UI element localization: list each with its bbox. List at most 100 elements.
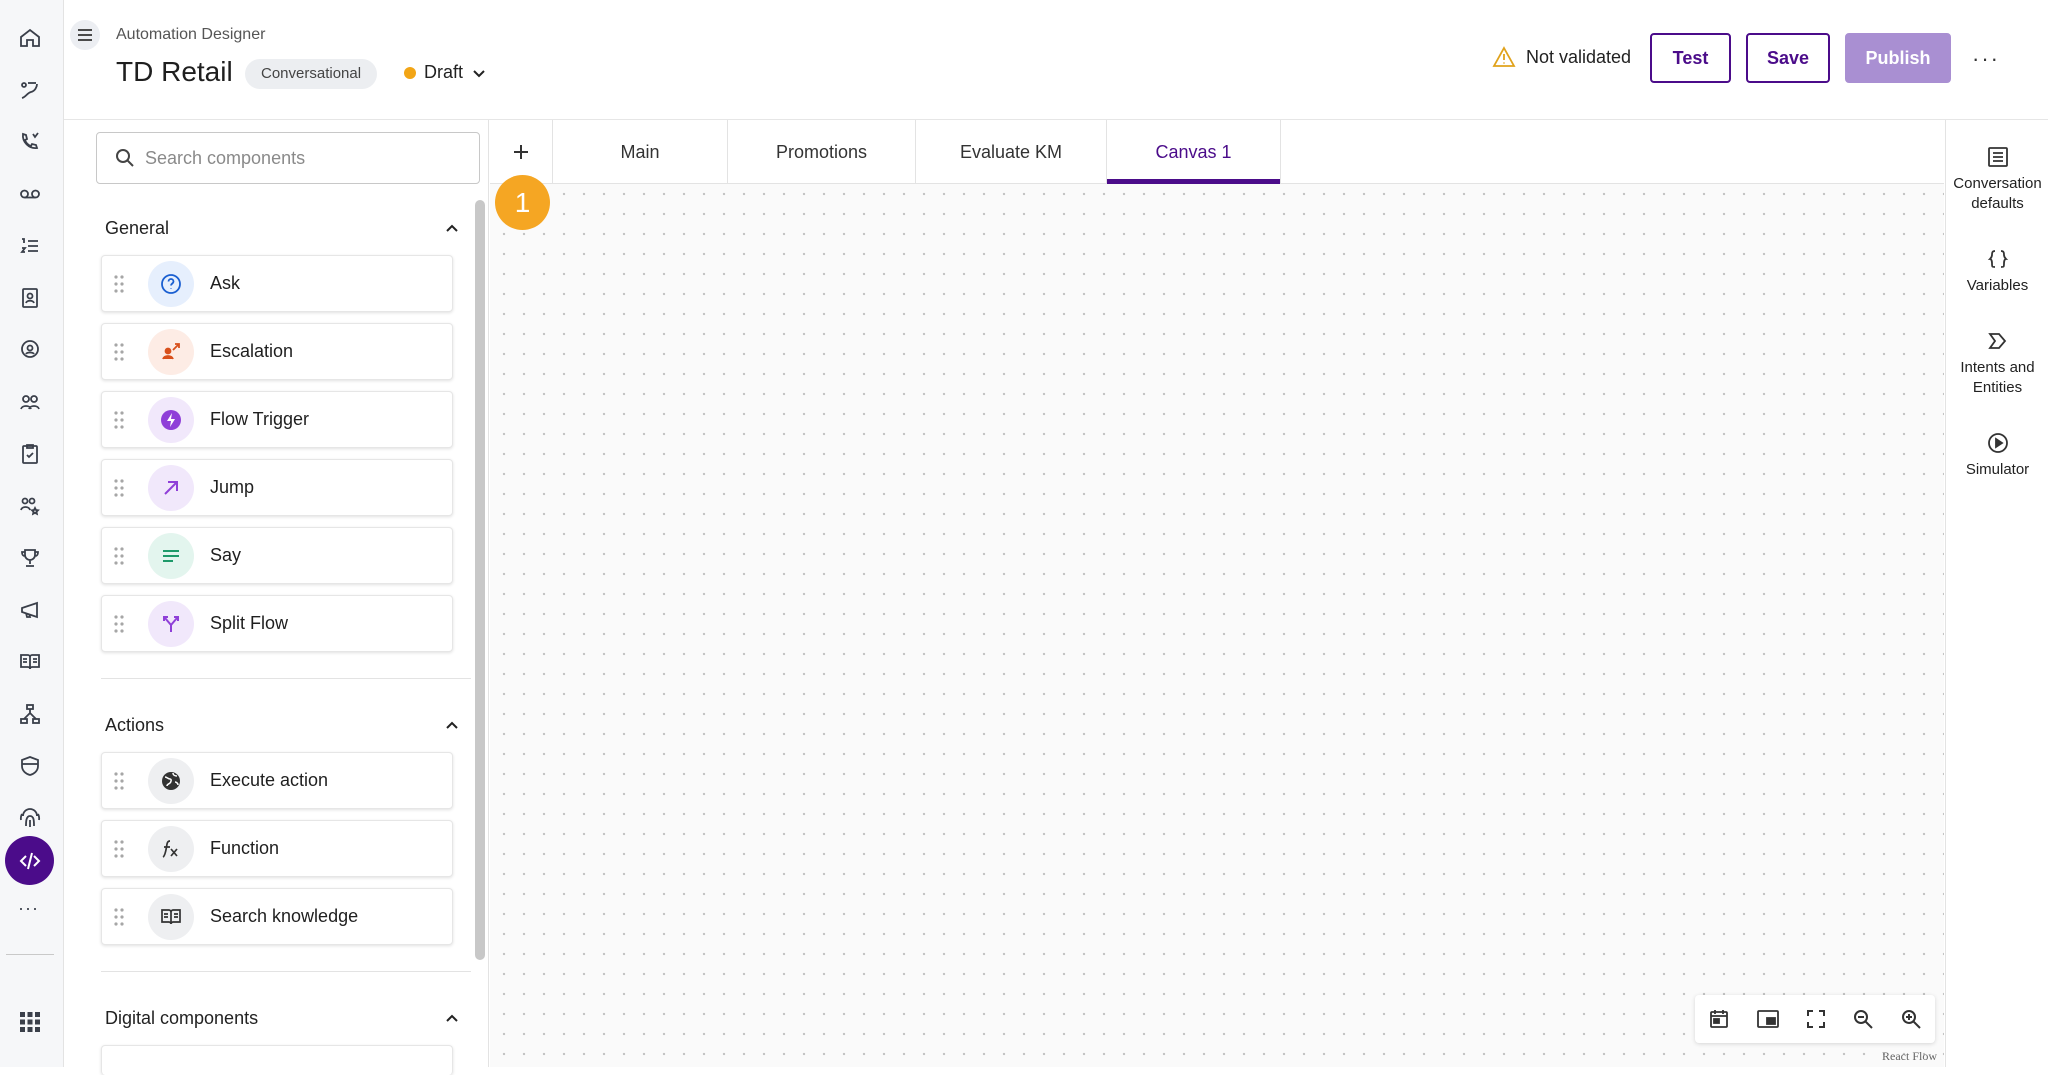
status-dropdown[interactable]: Draft <box>404 62 487 83</box>
contact-card-icon[interactable] <box>14 282 46 314</box>
menu-icon[interactable] <box>70 20 100 50</box>
more-options-icon[interactable]: ··· <box>1972 46 2000 72</box>
component-card-flow-trigger[interactable]: Flow Trigger <box>101 391 453 448</box>
variables-button[interactable]: Variables <box>1946 248 2048 296</box>
chevron-up-icon[interactable] <box>444 717 460 733</box>
component-label: Split Flow <box>210 613 289 633</box>
escalation-icon <box>148 328 194 375</box>
fit-view-icon[interactable] <box>1806 1009 1826 1029</box>
minimap-icon[interactable] <box>1756 1009 1780 1029</box>
zoom-out-icon[interactable] <box>1852 1008 1874 1030</box>
active-tab-indicator <box>1107 179 1280 184</box>
list-icon <box>1987 146 2009 168</box>
arrow-up-right-icon <box>148 464 194 511</box>
team-icon[interactable] <box>14 386 46 418</box>
home-icon[interactable] <box>14 22 46 54</box>
component-card-partial[interactable] <box>101 1045 453 1075</box>
intents-entities-button[interactable]: Intents and Entities <box>1946 330 2048 398</box>
drag-handle-icon[interactable] <box>114 839 126 858</box>
shield-icon[interactable] <box>14 750 46 782</box>
component-card-execute-action[interactable]: Execute action <box>101 752 453 809</box>
component-card-jump[interactable]: Jump <box>101 459 453 516</box>
drag-handle-icon[interactable] <box>114 410 126 429</box>
tab-promotions[interactable]: Promotions <box>728 120 916 184</box>
rail-separator <box>6 954 54 955</box>
knowledge-book-icon[interactable] <box>14 646 46 678</box>
section-title: Actions <box>105 714 165 735</box>
component-label: Flow Trigger <box>210 409 310 429</box>
search-icon <box>115 148 135 168</box>
book-icon <box>148 893 194 940</box>
flow-canvas[interactable] <box>490 120 1944 1067</box>
react-flow-attribution[interactable]: React Flow <box>1882 1049 1937 1064</box>
test-button[interactable]: Test <box>1650 33 1731 83</box>
drag-handle-icon[interactable] <box>114 274 126 293</box>
panel-scrollbar[interactable] <box>475 200 485 960</box>
rail-more-icon[interactable]: ··· <box>18 898 39 919</box>
chevron-down-icon <box>471 65 487 81</box>
section-actions-header[interactable]: Actions <box>105 710 460 740</box>
flow-diagram-icon[interactable] <box>14 698 46 730</box>
apps-grid-icon[interactable] <box>14 1006 46 1038</box>
drag-handle-icon[interactable] <box>114 342 126 361</box>
step-badge: 1 <box>495 175 550 230</box>
drag-handle-icon[interactable] <box>114 546 126 565</box>
section-general-header[interactable]: General <box>105 213 460 243</box>
left-nav-rail: ··· <box>0 0 64 1067</box>
component-card-split-flow[interactable]: Split Flow <box>101 595 453 652</box>
zoom-in-icon[interactable] <box>1900 1008 1922 1030</box>
app-title: Automation Designer <box>116 26 266 43</box>
tool-label: Variables <box>1966 277 2029 294</box>
status-label: Draft <box>424 62 464 82</box>
save-button[interactable]: Save <box>1746 33 1830 83</box>
component-card-search-knowledge[interactable]: Search knowledge <box>101 888 453 945</box>
search-input[interactable] <box>145 147 465 169</box>
status-dot <box>404 66 416 79</box>
trophy-icon[interactable] <box>14 542 46 574</box>
top-header: Automation Designer TD Retail Conversati… <box>64 0 2048 120</box>
chevron-up-icon[interactable] <box>444 220 460 236</box>
drag-handle-icon[interactable] <box>114 478 126 497</box>
search-box <box>96 132 480 184</box>
automation-designer-icon[interactable] <box>5 836 54 885</box>
component-card-ask[interactable]: Ask <box>101 255 453 312</box>
voicemail-icon[interactable] <box>14 178 46 210</box>
megaphone-icon[interactable] <box>14 594 46 626</box>
function-icon <box>148 825 194 872</box>
braces-icon <box>1987 248 2009 270</box>
text-lines-icon <box>148 532 194 579</box>
drag-handle-icon[interactable] <box>114 907 126 926</box>
calendar-icon[interactable] <box>1708 1008 1730 1030</box>
right-tools-panel: Conversation defaults Variables Intents … <box>1945 120 2048 1067</box>
section-digital-header[interactable]: Digital components <box>105 1003 460 1033</box>
simulator-button[interactable]: Simulator <box>1946 432 2048 480</box>
component-card-say[interactable]: Say <box>101 527 453 584</box>
conversation-defaults-button[interactable]: Conversation defaults <box>1946 146 2048 214</box>
intent-icon <box>1987 330 2009 352</box>
fingerprint-icon[interactable] <box>14 802 46 834</box>
numbered-list-icon[interactable] <box>14 230 46 262</box>
users-star-icon[interactable] <box>14 490 46 522</box>
routing-icon[interactable] <box>14 74 46 106</box>
tool-label: Simulator <box>1965 461 2030 478</box>
publish-button[interactable]: Publish <box>1845 33 1951 83</box>
component-label: Execute action <box>210 770 329 790</box>
drag-handle-icon[interactable] <box>114 771 126 790</box>
validation-label: Not validated <box>1526 46 1632 67</box>
phone-analytics-icon[interactable] <box>14 126 46 158</box>
drag-handle-icon[interactable] <box>114 614 126 633</box>
canvas-controls <box>1695 995 1935 1043</box>
canvas-tabs: Main Promotions Evaluate KM Canvas 1 <box>490 120 1944 184</box>
clipboard-check-icon[interactable] <box>14 438 46 470</box>
component-card-function[interactable]: Function <box>101 820 453 877</box>
tab-main[interactable]: Main <box>553 120 728 184</box>
tab-label: Canvas 1 <box>1155 141 1232 162</box>
chevron-up-icon[interactable] <box>444 1010 460 1026</box>
agent-support-icon[interactable] <box>14 334 46 366</box>
section-divider <box>101 971 471 972</box>
tab-evaluate-km[interactable]: Evaluate KM <box>916 120 1107 184</box>
type-badge: Conversational <box>245 59 378 89</box>
components-panel: General Ask Escalation Flow Trigger Jump… <box>87 120 489 1075</box>
tab-canvas-1[interactable]: Canvas 1 <box>1107 120 1281 184</box>
component-card-escalation[interactable]: Escalation <box>101 323 453 380</box>
